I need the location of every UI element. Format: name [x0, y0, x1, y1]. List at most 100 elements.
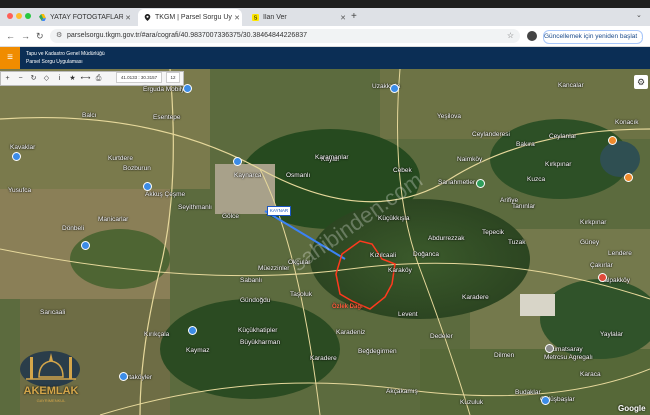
back-arrow-icon[interactable]: ← — [6, 30, 15, 42]
logo-subtitle: GAYRİMENKUL — [36, 398, 66, 403]
map-settings-gear-icon[interactable]: ⚙ — [634, 75, 648, 89]
place-label: Erguda Mobilya — [143, 86, 189, 93]
tab-ilan-ver[interactable]: S İlan Ver ✕ — [246, 9, 348, 26]
poi-pin[interactable] — [12, 152, 21, 161]
tab-tkgm-parsel-sorgu[interactable]: TKGM | Parsel Sorgu Uygulama ✕ — [138, 9, 242, 26]
mosque-emblem-icon — [26, 353, 76, 380]
place-label: Akçakamış — [386, 388, 418, 395]
place-label: Okçular — [288, 259, 311, 266]
measure-icon[interactable]: ⟷ — [79, 72, 92, 85]
place-label: Osmanlı — [286, 172, 311, 179]
svg-text:S: S — [254, 16, 258, 21]
url-text: parselsorgu.tkgm.gov.tr/#ara/cografi/40.… — [67, 32, 307, 39]
close-tab-icon[interactable]: ✕ — [338, 14, 348, 22]
place-label: Lendere — [608, 250, 632, 257]
profile-avatar[interactable] — [527, 31, 537, 41]
place-label: Bozburun — [123, 165, 151, 172]
poi-pin[interactable] — [476, 179, 485, 188]
hamburger-menu-icon[interactable]: ≡ — [0, 47, 20, 69]
satellite-map[interactable]: + − ↻ ◇ i ★ ⟷ ⎙ 41.0133 : 30.3157 12 ⚙ s… — [0, 69, 650, 415]
place-label: Büyükharman — [240, 339, 281, 346]
poi-pin[interactable] — [624, 173, 633, 182]
draw-polygon-icon[interactable]: ◇ — [40, 72, 53, 85]
poi-pin[interactable] — [233, 157, 242, 166]
place-label: Kaymaz — [186, 347, 210, 354]
place-label: Küçükhatipler — [238, 327, 278, 334]
place-label: Budaklar — [515, 389, 541, 396]
update-restart-button[interactable]: Güncellemek için yeniden başlat ⋮ — [543, 30, 643, 44]
update-button-label: Güncellemek için yeniden başlat — [544, 33, 638, 40]
place-label: Taşoluk — [290, 291, 313, 298]
bookmark-star-icon[interactable]: ☆ — [507, 29, 514, 43]
sahibinden-icon: S — [252, 14, 259, 22]
poi-pin[interactable] — [598, 273, 607, 282]
place-label: Karaca — [580, 371, 601, 378]
print-icon[interactable]: ⎙ — [92, 72, 105, 85]
zoom-level: 12 — [166, 72, 180, 83]
google-drive-icon — [39, 14, 46, 21]
close-tab-icon[interactable]: ✕ — [232, 14, 242, 22]
tab-label: YATAY FOTOĞTAFLAR - Goo — [50, 14, 123, 21]
poi-pin[interactable] — [608, 136, 617, 145]
place-label: Doğanca — [413, 251, 440, 258]
poi-pin[interactable] — [119, 372, 128, 381]
place-label: Balcı — [82, 112, 97, 119]
mountain-label: Özlek Dağı — [332, 304, 363, 310]
poi-pin[interactable] — [183, 84, 192, 93]
place-label: Karaköy — [388, 267, 412, 274]
place-label: Tepecik — [482, 229, 505, 236]
info-icon[interactable]: i — [53, 72, 66, 85]
refresh-map-icon[interactable]: ↻ — [27, 72, 40, 85]
poi-pin[interactable] — [541, 396, 550, 405]
place-label: Abdurrezzak — [428, 235, 465, 242]
place-label: Kırıkçala — [144, 331, 170, 338]
place-label: Seyithmanlı — [178, 204, 212, 211]
close-tab-icon[interactable]: ✕ — [123, 14, 133, 22]
poi-pin[interactable] — [545, 344, 554, 353]
agency-title: Tapu ve Kadastro Genel Müdürlüğü — [26, 51, 105, 57]
akemlak-logo: AKEMLAK GAYRİMENKUL — [6, 349, 96, 409]
place-label: Tuzak — [508, 239, 526, 246]
tab-label: İlan Ver — [263, 14, 287, 21]
place-label: Ceylanlar — [549, 133, 577, 140]
place-label: Kuzuluk — [460, 399, 484, 406]
minimize-window-button[interactable] — [16, 13, 22, 19]
place-label: Müezzinler — [258, 265, 290, 272]
more-options-icon: ⋮ — [639, 33, 642, 40]
coordinates-readout: 41.0133 : 30.3157 — [116, 72, 162, 83]
place-label: Kuzca — [527, 176, 546, 183]
poi-pin[interactable] — [81, 241, 90, 250]
poi-pin[interactable] — [390, 84, 399, 93]
place-label: Kurtdere — [108, 155, 133, 162]
place-label: Karadere — [462, 294, 489, 301]
place-label: Dilmen — [494, 352, 515, 359]
place-label: Karadeniz — [336, 329, 366, 336]
place-label: Ceylanderesi — [472, 131, 510, 138]
close-window-button[interactable] — [7, 13, 13, 19]
zoom-out-icon[interactable]: − — [14, 72, 27, 85]
logo-wordmark: AKEMLAK — [23, 385, 79, 397]
place-label: Kavaklar — [10, 144, 36, 151]
place-label: Güney — [580, 239, 600, 246]
map-pin-icon — [144, 14, 151, 21]
new-tab-button[interactable]: + — [351, 9, 357, 25]
forward-arrow-icon[interactable]: → — [21, 30, 30, 42]
site-info-icon[interactable]: ⚙ — [56, 29, 62, 43]
place-label: Levent — [398, 311, 418, 318]
place-label: Dedeler — [430, 333, 453, 340]
location-marker-tag[interactable]: KAYNAR — [267, 206, 291, 216]
place-label: Kırkpınar — [580, 219, 607, 226]
address-bar[interactable]: ⚙ parselsorgu.tkgm.gov.tr/#ara/cografi/4… — [50, 29, 520, 43]
tab-yatay-fotograflar[interactable]: YATAY FOTOĞTAFLAR - Goo ✕ — [33, 9, 133, 26]
google-attribution: Google — [618, 404, 646, 413]
place-label: Cebek — [393, 167, 412, 174]
browser-window: YATAY FOTOĞTAFLAR - Goo ✕ TKGM | Parsel … — [0, 0, 650, 415]
reload-icon[interactable]: ↻ — [36, 30, 44, 42]
poi-pin[interactable] — [143, 182, 152, 191]
poi-pin[interactable] — [188, 326, 197, 335]
tab-search-chevron-icon[interactable]: ⌄ — [636, 11, 642, 19]
zoom-in-icon[interactable]: + — [1, 72, 14, 85]
favorite-star-icon[interactable]: ★ — [66, 72, 79, 85]
maximize-window-button[interactable] — [25, 13, 31, 19]
place-label: Beğdegirmen — [358, 348, 397, 355]
